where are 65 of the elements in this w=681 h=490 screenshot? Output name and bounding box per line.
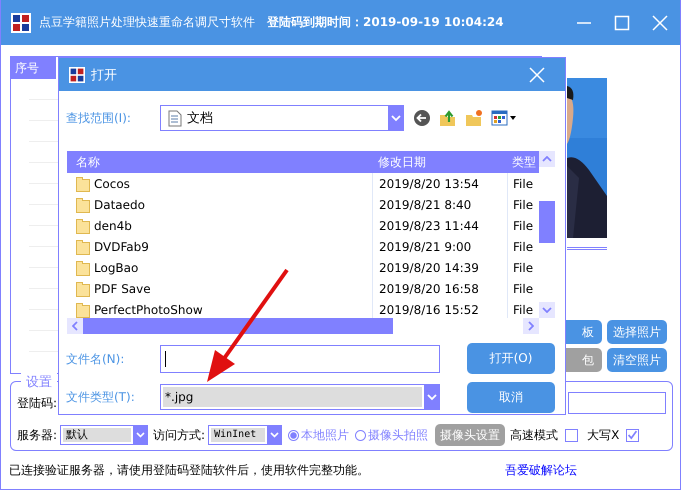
type-cell: File [507, 257, 539, 278]
close-icon[interactable] [529, 66, 545, 82]
login-code-field[interactable] [568, 392, 666, 414]
close-icon[interactable] [652, 14, 668, 30]
chevron-down-icon [136, 432, 145, 438]
dialog-title: 打开 [91, 66, 117, 84]
option-label: 高速模式 [510, 426, 558, 444]
field-label: 登陆码: [17, 394, 58, 412]
field-label: 文件名(N): [66, 350, 126, 368]
file-item[interactable]: den4b [67, 218, 372, 234]
chevron-down-icon [542, 307, 552, 313]
chevron-down-icon [426, 394, 436, 400]
app-logo-icon [69, 66, 85, 82]
date-cell: 2019/8/20 14:39 [372, 257, 507, 278]
type-cell: File [507, 278, 539, 299]
field-label: 查找范围(I): [66, 110, 132, 126]
app-logo-icon [11, 12, 31, 32]
window-title: 点豆学籍照片处理快速重命名调尺寸软件 [39, 14, 255, 31]
file-item[interactable]: Cocos [67, 176, 372, 192]
folder-icon [76, 280, 90, 296]
document-icon [168, 110, 182, 126]
forum-link[interactable]: 吾爱破解论坛 [505, 462, 577, 478]
file-item[interactable]: PDF Save [67, 280, 372, 296]
chevron-down-icon [390, 114, 400, 122]
status-message: 已连接验证服务器，请使用登陆码登陆软件后，使用软件完整功能。 [9, 462, 369, 478]
column-header: 序号 [11, 57, 56, 79]
date-cell: 2019/8/21 9:00 [372, 236, 507, 257]
date-cell: 2019/8/23 11:44 [372, 215, 507, 236]
date-cell: 2019/8/20 13:54 [372, 173, 507, 194]
chevron-left-icon [72, 321, 78, 331]
folder-icon [76, 302, 90, 318]
file-item[interactable]: PerfectPhotoShow [67, 302, 372, 318]
file-item[interactable]: DVDFab9 [67, 238, 372, 254]
chevron-up-icon [542, 156, 552, 162]
server-dropdown[interactable]: 默认 [60, 425, 148, 445]
horizontal-scrollbar[interactable] [67, 318, 539, 334]
chevron-down-icon [270, 432, 279, 438]
up-folder-icon[interactable] [439, 109, 457, 127]
chevron-right-icon [528, 321, 534, 331]
back-icon[interactable] [413, 109, 431, 127]
vertical-scrollbar[interactable] [539, 151, 555, 318]
date-cell: 2019/8/20 16:58 [372, 278, 507, 299]
access-dropdown[interactable]: WinInet [208, 425, 282, 445]
expiry-time: 登陆码到期时间：2019-09-19 10:04:24 [267, 14, 504, 31]
option-checkbox[interactable] [565, 428, 578, 442]
field-label: 文件类型(T): [66, 388, 136, 406]
option-label: 大写X [587, 426, 620, 444]
file-type-dropdown[interactable]: *.jpg [160, 384, 440, 410]
view-menu-icon[interactable] [491, 110, 517, 126]
option-checkbox[interactable] [626, 428, 640, 442]
new-folder-icon[interactable] [465, 109, 483, 127]
look-in-dropdown[interactable]: 文档 [160, 105, 404, 131]
date-cell: 2019/8/21 8:40 [372, 194, 507, 215]
file-item[interactable]: Dataedo [67, 196, 372, 212]
folder-icon [76, 218, 90, 234]
field-label: 访问方式: [153, 426, 206, 444]
type-cell: File [507, 173, 539, 194]
folder-icon [76, 260, 90, 276]
maximize-icon[interactable] [614, 14, 630, 30]
file-name-field[interactable] [160, 345, 440, 373]
folder-icon [76, 196, 90, 212]
folder-icon [76, 176, 90, 192]
folder-icon [76, 238, 90, 254]
field-label: 服务器: [17, 426, 58, 444]
file-item[interactable]: LogBao [67, 260, 372, 276]
